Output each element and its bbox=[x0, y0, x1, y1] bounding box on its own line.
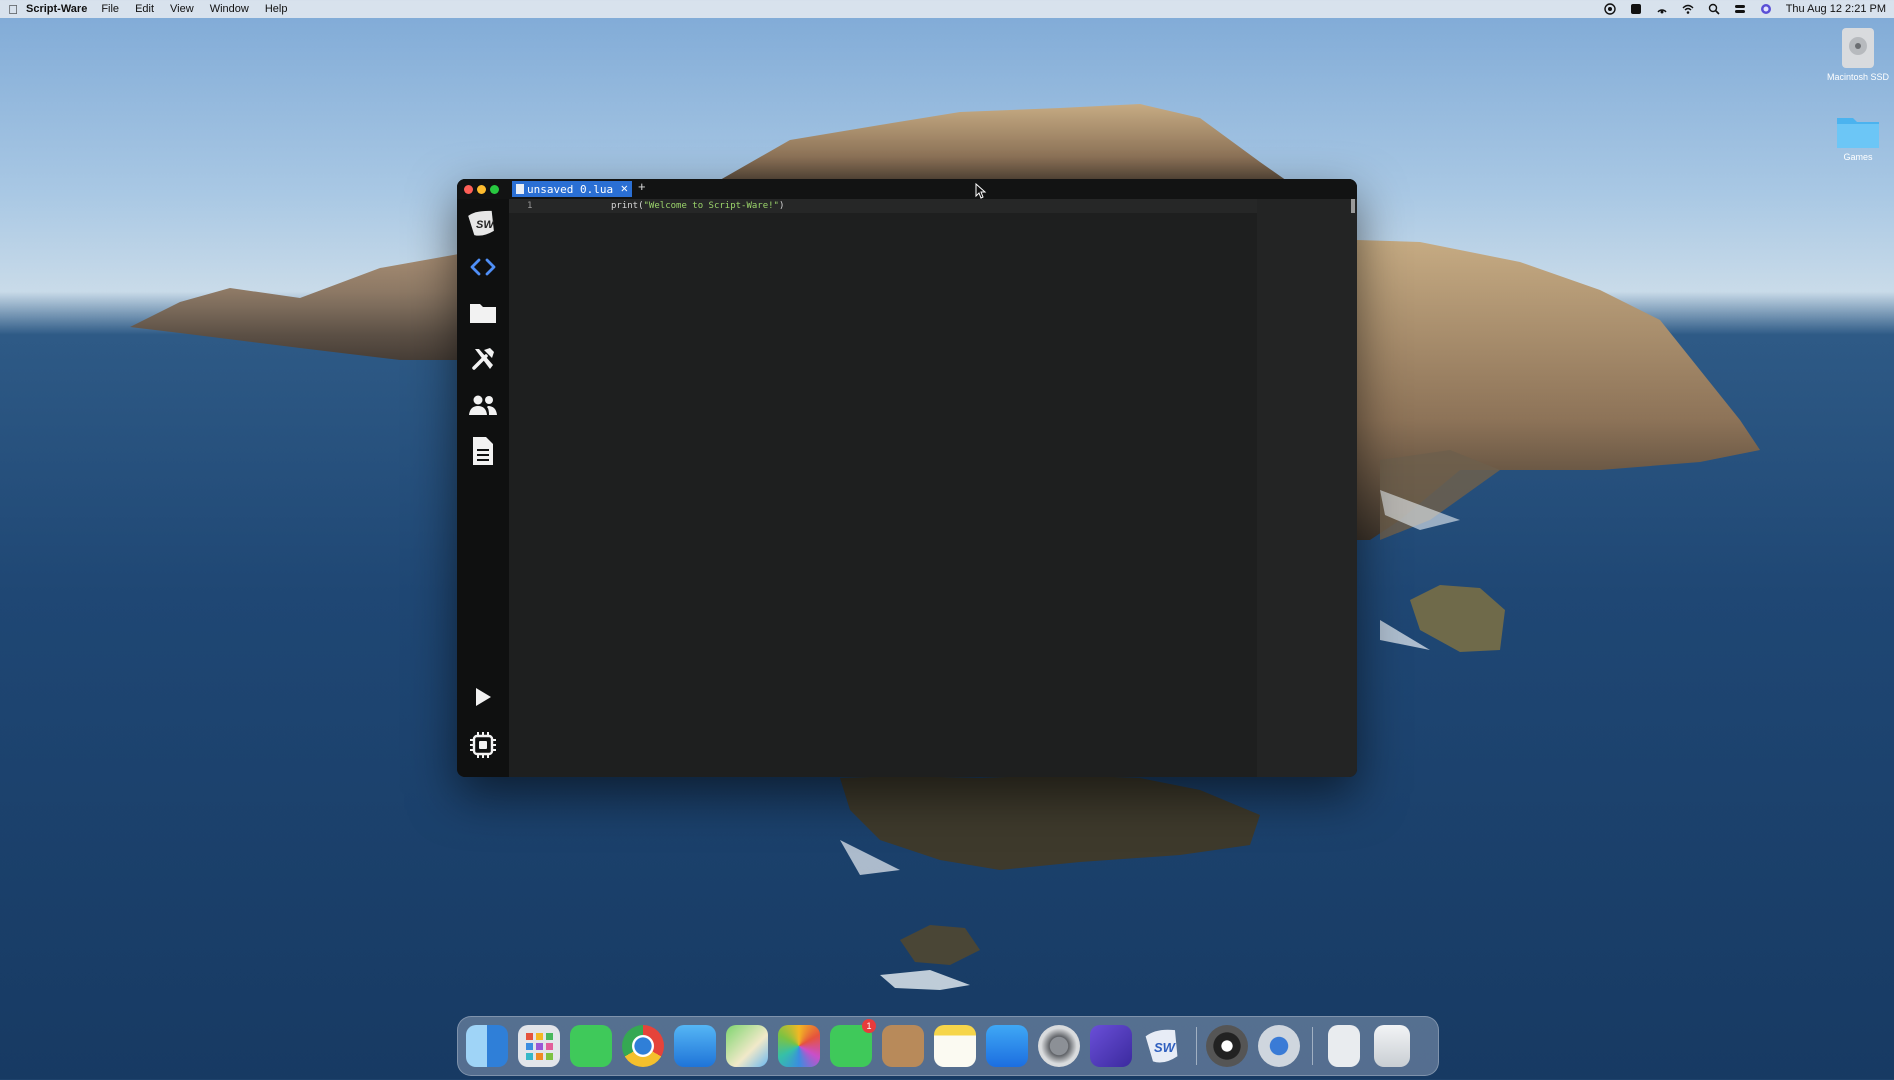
users-icon bbox=[469, 395, 497, 415]
contacts-icon[interactable] bbox=[882, 1025, 924, 1067]
dock-separator bbox=[1312, 1027, 1313, 1065]
sidebar: SW bbox=[457, 199, 509, 777]
code-paren: ) bbox=[778, 201, 785, 211]
sidebar-item-scripts[interactable] bbox=[463, 431, 503, 471]
close-window-button[interactable] bbox=[464, 185, 473, 194]
wifi-icon[interactable] bbox=[1682, 3, 1694, 15]
menu-bar:  Script-Ware File Edit View Window Help… bbox=[0, 0, 1894, 18]
notification-badge: 1 bbox=[862, 1019, 876, 1033]
siri-icon[interactable] bbox=[1760, 3, 1772, 15]
messages-icon[interactable] bbox=[570, 1025, 612, 1067]
tools-icon bbox=[472, 348, 494, 370]
script-ware-logo-icon: SW bbox=[1145, 1029, 1178, 1063]
mail-icon[interactable] bbox=[674, 1025, 716, 1067]
launchpad-grid-icon bbox=[526, 1033, 553, 1060]
menu-clock[interactable]: Thu Aug 12 2:21 PM bbox=[1786, 3, 1886, 15]
downloads-icon[interactable] bbox=[1328, 1025, 1360, 1067]
dock-separator bbox=[1196, 1027, 1197, 1065]
attach-button[interactable] bbox=[463, 725, 503, 765]
desktop-item-label: Macintosh SSD bbox=[1826, 72, 1890, 82]
menu-window[interactable]: Window bbox=[210, 3, 249, 15]
quicktime-icon[interactable] bbox=[1258, 1025, 1300, 1067]
trash-icon[interactable] bbox=[1374, 1025, 1410, 1067]
code-string: "Welcome to Script-Ware!" bbox=[643, 201, 779, 211]
minimap[interactable] bbox=[1257, 199, 1357, 777]
close-tab-icon[interactable]: ✕ bbox=[621, 181, 628, 195]
chrome-icon[interactable] bbox=[622, 1025, 664, 1067]
control-icon[interactable] bbox=[1630, 3, 1642, 15]
svg-text:SW: SW bbox=[476, 219, 495, 231]
menu-app-name[interactable]: Script-Ware bbox=[26, 3, 87, 15]
window-titlebar[interactable]: unsaved 0.lua ✕ + bbox=[457, 179, 1357, 199]
imovie-icon[interactable] bbox=[1090, 1025, 1132, 1067]
sidebar-item-editor[interactable] bbox=[463, 247, 503, 287]
scrollbar-thumb[interactable] bbox=[1351, 199, 1355, 213]
tab-label: unsaved 0.lua bbox=[527, 182, 614, 196]
menu-help[interactable]: Help bbox=[265, 3, 288, 15]
folder-icon bbox=[470, 304, 496, 323]
logo-icon: SW bbox=[468, 210, 495, 236]
line-number: 1 bbox=[527, 201, 533, 211]
code-line[interactable]: print("Welcome to Script-Ware!") bbox=[611, 201, 784, 211]
zoom-window-button[interactable] bbox=[490, 185, 499, 194]
desktop-item-drive[interactable]: Macintosh SSD bbox=[1818, 26, 1894, 82]
settings-chip-icon bbox=[470, 732, 496, 758]
menu-edit[interactable]: Edit bbox=[135, 3, 154, 15]
sidebar-item-files[interactable] bbox=[463, 293, 503, 333]
sidebar-item-tools[interactable] bbox=[463, 339, 503, 379]
document-icon bbox=[473, 437, 493, 465]
run-icon bbox=[476, 688, 491, 706]
menu-file[interactable]: File bbox=[101, 3, 119, 15]
control-center-icon[interactable] bbox=[1734, 3, 1746, 15]
menu-view[interactable]: View bbox=[170, 3, 194, 15]
new-tab-button[interactable]: + bbox=[638, 179, 646, 194]
desktop-item-folder[interactable]: Games bbox=[1818, 112, 1894, 162]
code-function: print( bbox=[611, 201, 644, 211]
script-ware-window: unsaved 0.lua ✕ + SW 1 print("Welcome to… bbox=[457, 179, 1357, 777]
maps-icon[interactable] bbox=[726, 1025, 768, 1067]
svg-text:SW: SW bbox=[1154, 1040, 1177, 1055]
file-icon bbox=[516, 184, 524, 194]
status-area: Thu Aug 12 2:21 PM bbox=[1604, 0, 1886, 18]
system-preferences-icon[interactable] bbox=[1038, 1025, 1080, 1067]
sidebar-logo[interactable]: SW bbox=[463, 203, 503, 243]
code-icon bbox=[470, 258, 496, 276]
desktop-item-label: Games bbox=[1843, 152, 1873, 162]
code-editor[interactable]: 1 print("Welcome to Script-Ware!") bbox=[509, 199, 1357, 777]
photos-icon[interactable] bbox=[778, 1025, 820, 1067]
apple-icon[interactable]:  bbox=[0, 2, 26, 17]
minimize-window-button[interactable] bbox=[477, 185, 486, 194]
search-icon[interactable] bbox=[1708, 3, 1720, 15]
sidebar-item-users[interactable] bbox=[463, 385, 503, 425]
drive-icon bbox=[1842, 28, 1874, 68]
app-store-icon[interactable] bbox=[986, 1025, 1028, 1067]
script-ware-icon[interactable]: SW bbox=[1142, 1025, 1184, 1067]
line-gutter: 1 bbox=[509, 199, 559, 777]
folder-icon bbox=[1837, 118, 1879, 148]
screen-record-icon[interactable] bbox=[1604, 3, 1616, 15]
execute-button[interactable] bbox=[463, 677, 503, 717]
editor-tab[interactable]: unsaved 0.lua ✕ bbox=[512, 181, 632, 197]
obs-icon[interactable] bbox=[1206, 1025, 1248, 1067]
facetime-icon[interactable]: 1 bbox=[830, 1019, 876, 1067]
mouse-cursor-icon bbox=[975, 183, 987, 199]
dock: 1 SW bbox=[457, 1016, 1439, 1076]
airdrop-icon[interactable] bbox=[1656, 3, 1668, 15]
notes-icon[interactable] bbox=[934, 1025, 976, 1067]
finder-icon[interactable] bbox=[466, 1025, 508, 1067]
launchpad-icon[interactable] bbox=[518, 1025, 560, 1067]
